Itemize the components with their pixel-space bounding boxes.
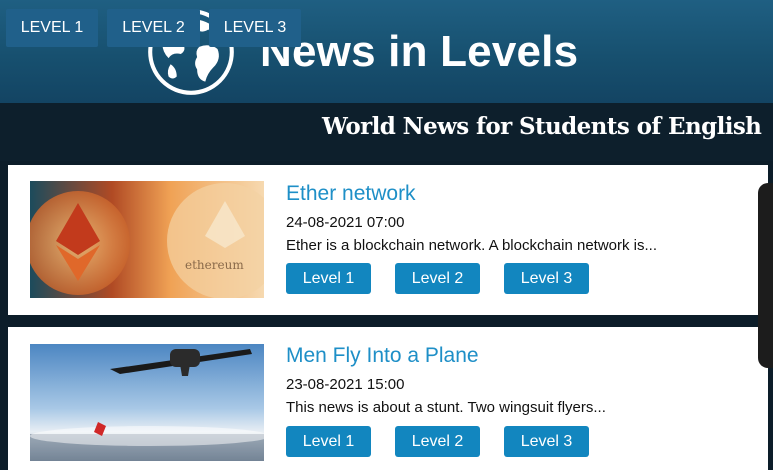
- site-title: News in Levels: [260, 26, 579, 76]
- article-date: 23-08-2021 15:00: [286, 376, 405, 393]
- site-tagline: World News for Students of English: [322, 113, 762, 140]
- level-2-button[interactable]: Level 2: [395, 263, 480, 294]
- level-2-button[interactable]: Level 2: [395, 426, 480, 457]
- article-excerpt: Ether is a blockchain network. A blockch…: [286, 237, 658, 254]
- article-date: 24-08-2021 07:00: [286, 214, 405, 231]
- header-branding[interactable]: News in Levels: [140, 0, 578, 103]
- article-title-link[interactable]: Ether network: [286, 182, 416, 206]
- level-1-button[interactable]: Level 1: [286, 426, 371, 457]
- ether-coins-image: ethereum: [30, 181, 264, 298]
- article-thumbnail[interactable]: ethereum: [30, 181, 264, 298]
- article-card: Men Fly Into a Plane 23-08-2021 15:00 Th…: [8, 327, 768, 470]
- tab-level-2[interactable]: LEVEL 2: [107, 9, 200, 47]
- level-3-button[interactable]: Level 3: [504, 263, 589, 294]
- tab-level-3[interactable]: LEVEL 3: [209, 9, 301, 47]
- side-overlay-panel[interactable]: [758, 183, 773, 368]
- level-1-button[interactable]: Level 1: [286, 263, 371, 294]
- article-title-link[interactable]: Men Fly Into a Plane: [286, 344, 479, 368]
- article-card: ethereum Ether network 24-08-2021 07:00 …: [8, 165, 768, 315]
- svg-text:ethereum: ethereum: [185, 258, 244, 272]
- article-thumbnail[interactable]: [30, 344, 264, 461]
- tab-level-1[interactable]: LEVEL 1: [6, 9, 98, 47]
- article-excerpt: This news is about a stunt. Two wingsuit…: [286, 399, 606, 416]
- plane-skydivers-image: [30, 344, 264, 461]
- level-3-button[interactable]: Level 3: [504, 426, 589, 457]
